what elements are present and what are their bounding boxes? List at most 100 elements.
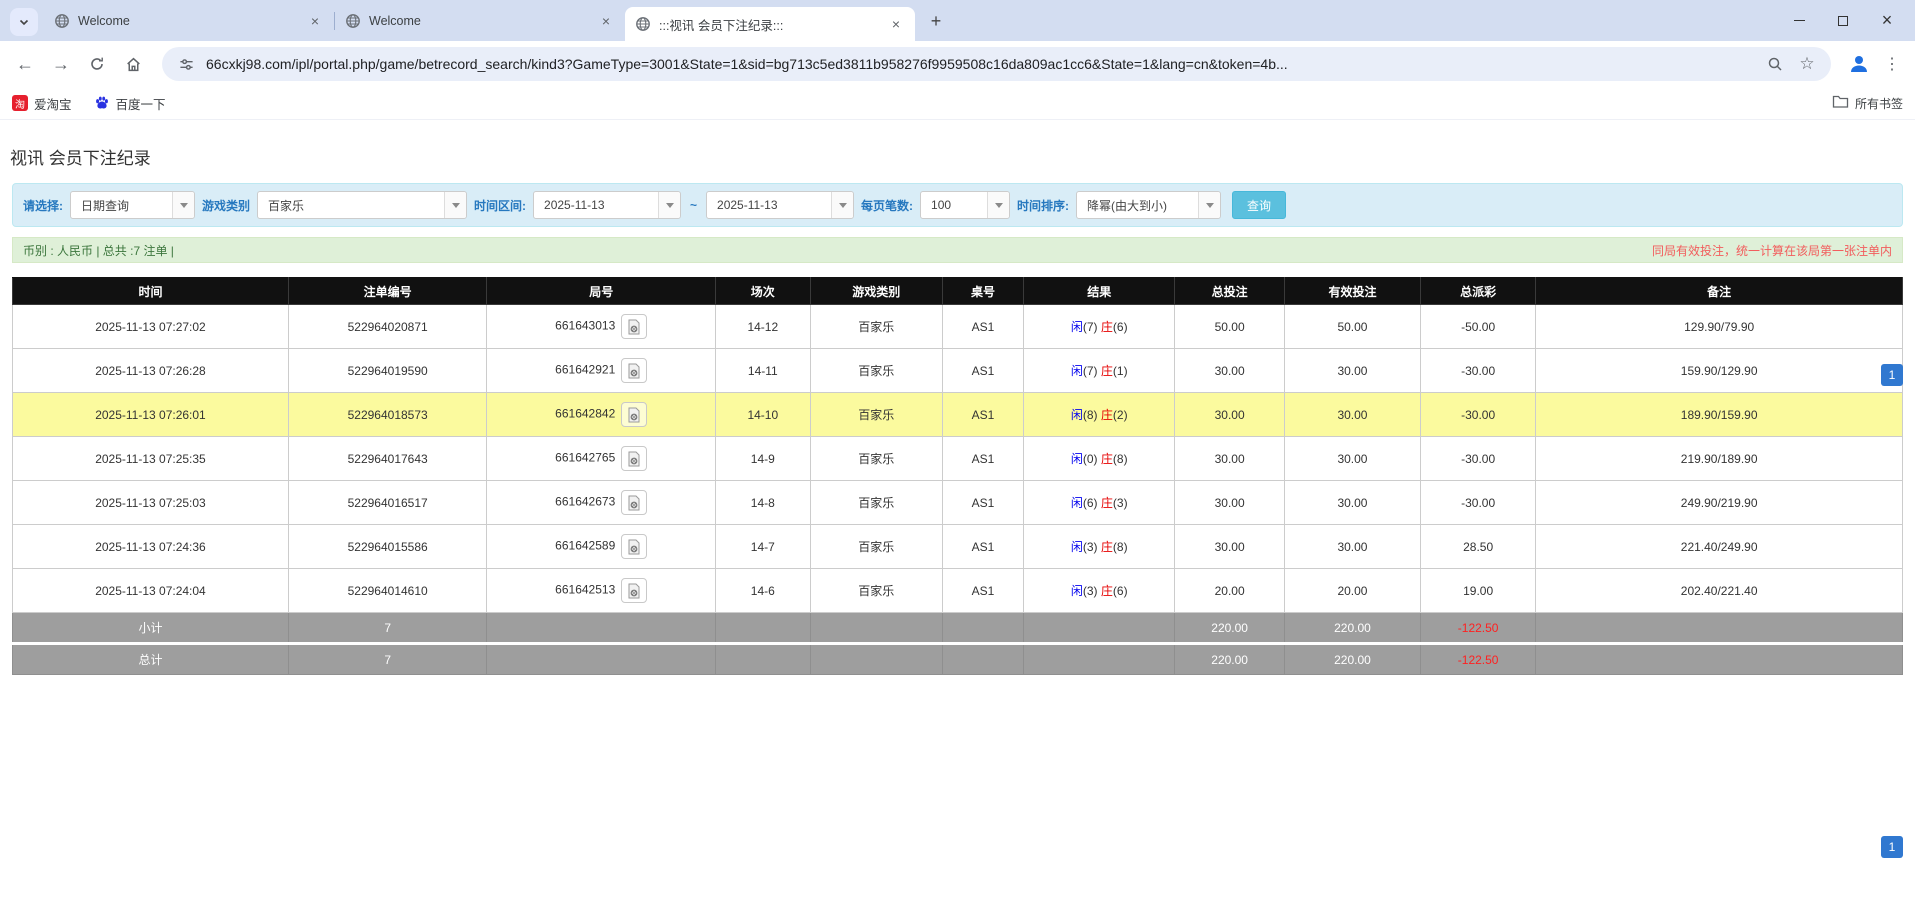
tab-search-chevron[interactable] (10, 8, 38, 36)
round-cell: 661642921 (487, 349, 716, 393)
all-bookmarks-label: 所有书签 (1855, 95, 1903, 112)
round-cell: 661643013 (487, 305, 716, 349)
result-player-score: (7) (1083, 364, 1098, 378)
page-size-select[interactable]: 100 (920, 191, 1010, 219)
result-player: 闲 (1071, 408, 1083, 422)
video-replay-icon[interactable] (621, 314, 647, 339)
total-bet-cell[interactable]: 30.00 (1175, 349, 1285, 393)
col-session: 场次 (716, 278, 811, 305)
bet-records-table: 时间 注单编号 局号 场次 游戏类别 桌号 结果 总投注 有效投注 总派彩 备注… (12, 277, 1903, 675)
video-replay-icon[interactable] (621, 402, 647, 427)
game-type-select[interactable]: 百家乐 (257, 191, 467, 219)
round-number: 661642589 (555, 539, 615, 553)
round-cell: 661642673 (487, 481, 716, 525)
tab-close-icon[interactable]: × (597, 12, 615, 30)
bookmark-star-icon[interactable]: ☆ (1795, 52, 1819, 76)
all-bookmarks[interactable]: 所有书签 (1832, 94, 1903, 112)
tab-close-icon[interactable]: × (887, 15, 905, 33)
note-cell: 219.90/189.90 (1536, 437, 1903, 481)
game-type-cell: 百家乐 (810, 437, 942, 481)
result-banker: 庄 (1101, 496, 1113, 510)
table-row: 2025-11-13 07:27:02 522964020871 6616430… (13, 305, 1903, 349)
address-bar[interactable]: 66cxkj98.com/ipl/portal.php/game/betreco… (162, 47, 1831, 81)
chevron-down-icon (987, 192, 1009, 218)
chevron-down-icon (658, 192, 680, 218)
note-cell: 249.90/219.90 (1536, 481, 1903, 525)
zoom-icon[interactable] (1763, 52, 1787, 76)
tab-welcome-1[interactable]: Welcome × (44, 0, 334, 41)
bet-id-cell: 522964019590 (288, 349, 486, 393)
total-bet-cell[interactable]: 30.00 (1175, 437, 1285, 481)
result-banker: 庄 (1101, 452, 1113, 466)
video-replay-icon[interactable] (621, 534, 647, 559)
table-no-cell: AS1 (942, 349, 1023, 393)
video-replay-icon[interactable] (621, 446, 647, 471)
session-cell: 14-12 (716, 305, 811, 349)
table-no-cell: AS1 (942, 393, 1023, 437)
round-number: 661642513 (555, 583, 615, 597)
result-banker-score: (8) (1113, 540, 1128, 554)
date-from-select[interactable]: 2025-11-13 (533, 191, 681, 219)
video-replay-icon[interactable] (621, 358, 647, 383)
home-button[interactable] (118, 49, 148, 79)
total-bet-cell[interactable]: 30.00 (1175, 525, 1285, 569)
game-type-cell: 百家乐 (810, 525, 942, 569)
taobao-icon: 淘 (12, 95, 28, 111)
total-bet-cell[interactable]: 20.00 (1175, 569, 1285, 613)
site-info-tune-icon[interactable] (174, 52, 198, 76)
result-player-score: (7) (1083, 320, 1098, 334)
col-result: 结果 (1024, 278, 1175, 305)
total-total-bet: 220.00 (1175, 644, 1285, 675)
table-row: 2025-11-13 07:25:03 522964016517 6616426… (13, 481, 1903, 525)
page-number-button[interactable]: 1 (1881, 836, 1903, 858)
chevron-down-icon (831, 192, 853, 218)
table-no-cell: AS1 (942, 437, 1023, 481)
date-to-select[interactable]: 2025-11-13 (706, 191, 854, 219)
back-button[interactable]: ← (10, 49, 40, 79)
tab-close-icon[interactable]: × (306, 12, 324, 30)
game-type-cell: 百家乐 (810, 569, 942, 613)
bookmark-label: 爱淘宝 (34, 94, 72, 113)
forward-button[interactable]: → (46, 49, 76, 79)
select-type-label: 请选择: (23, 197, 63, 214)
bookmark-label: 百度一下 (116, 94, 166, 113)
result-player-score: (8) (1083, 408, 1098, 422)
time-cell: 2025-11-13 07:24:36 (13, 525, 289, 569)
tab-title: Welcome (369, 14, 591, 28)
bet-id-cell: 522964018573 (288, 393, 486, 437)
maximize-button[interactable] (1821, 6, 1865, 36)
profile-avatar[interactable] (1843, 48, 1875, 80)
tab-welcome-2[interactable]: Welcome × (335, 0, 625, 41)
payout-cell: 19.00 (1421, 569, 1536, 613)
filter-panel: 请选择: 日期查询 游戏类别 百家乐 时间区间: 2025-11-13 ~ 20… (12, 183, 1903, 227)
valid-bet-cell: 30.00 (1284, 393, 1420, 437)
result-player: 闲 (1071, 584, 1083, 598)
page-number-button[interactable]: 1 (1881, 364, 1903, 386)
subtotal-count: 7 (288, 613, 486, 644)
bet-id-cell: 522964020871 (288, 305, 486, 349)
video-replay-icon[interactable] (621, 490, 647, 515)
browser-menu-button[interactable]: ⋮ (1879, 49, 1905, 79)
result-cell: 闲(7) 庄(6) (1024, 305, 1175, 349)
query-type-select[interactable]: 日期查询 (70, 191, 195, 219)
search-button[interactable]: 查询 (1232, 191, 1286, 219)
video-replay-icon[interactable] (621, 578, 647, 603)
bookmark-baidu[interactable]: 百度一下 (94, 94, 166, 113)
date-from-value: 2025-11-13 (534, 198, 658, 212)
bookmark-aitaobao[interactable]: 淘 爱淘宝 (12, 94, 72, 113)
minimize-button[interactable] (1777, 6, 1821, 36)
url-text[interactable]: 66cxkj98.com/ipl/portal.php/game/betreco… (206, 56, 1755, 72)
total-bet-cell[interactable]: 30.00 (1175, 393, 1285, 437)
result-banker: 庄 (1101, 320, 1113, 334)
home-icon (125, 56, 142, 73)
new-tab-button[interactable]: + (923, 8, 949, 34)
reload-button[interactable] (82, 49, 112, 79)
tab-bet-records-active[interactable]: :::视讯 会员下注纪录::: × (625, 7, 915, 41)
game-type-cell: 百家乐 (810, 349, 942, 393)
close-window-button[interactable]: × (1865, 6, 1909, 36)
globe-favicon-icon (54, 13, 70, 29)
total-bet-cell[interactable]: 50.00 (1175, 305, 1285, 349)
total-bet-cell[interactable]: 30.00 (1175, 481, 1285, 525)
sort-select[interactable]: 降幂(由大到小) (1076, 191, 1221, 219)
round-cell: 661642513 (487, 569, 716, 613)
